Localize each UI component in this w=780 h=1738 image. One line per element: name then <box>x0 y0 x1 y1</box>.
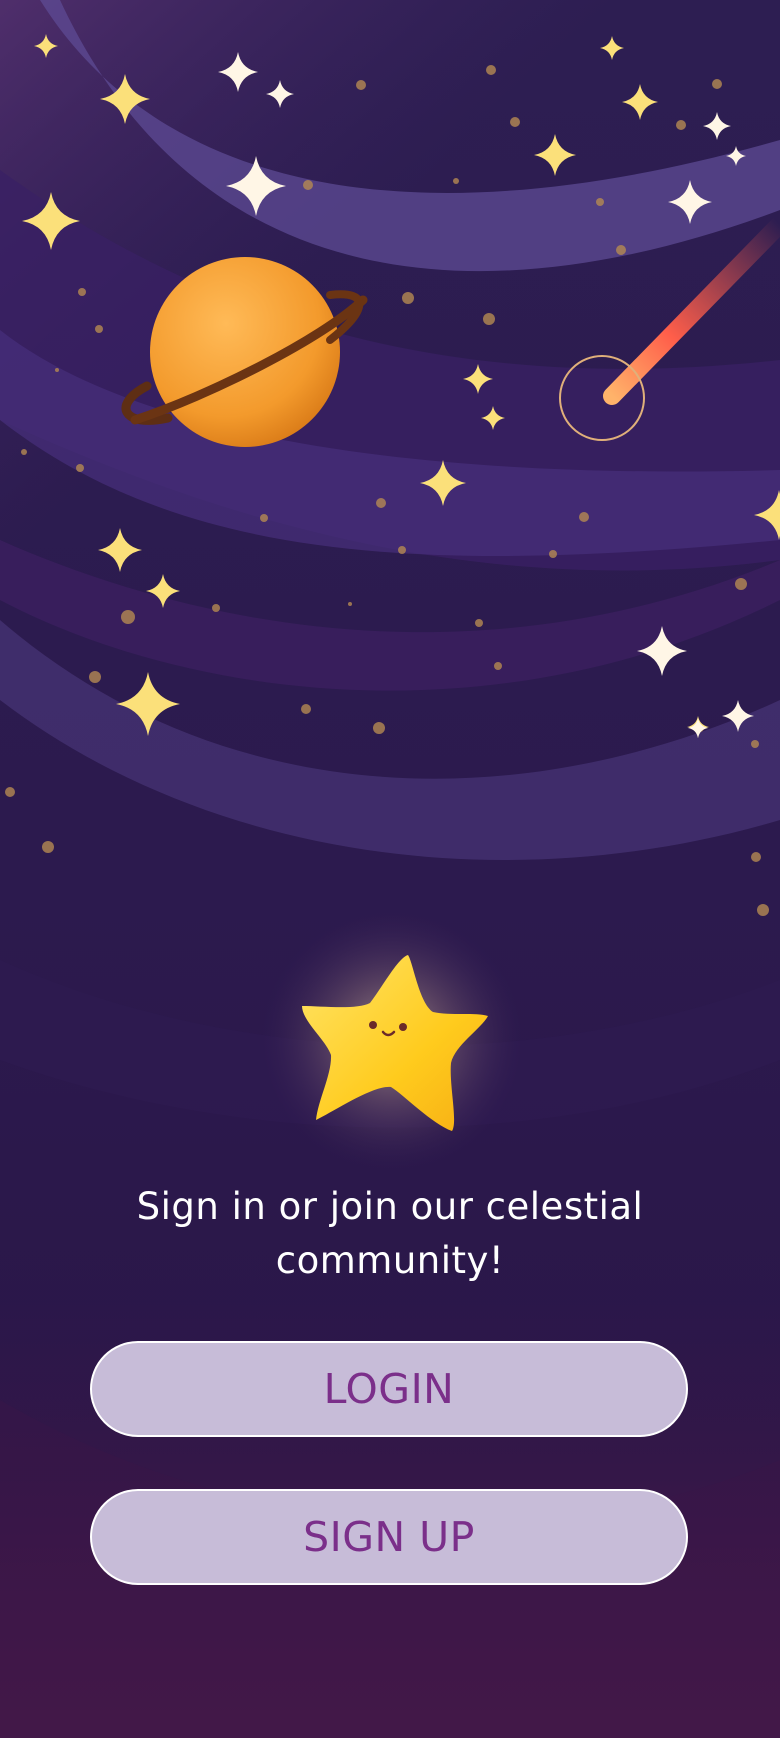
login-button[interactable]: LOGIN <box>90 1341 688 1437</box>
space-illustration <box>0 0 780 1738</box>
welcome-tagline: Sign in or join our celestial community! <box>136 1185 644 1282</box>
star-mascot-icon <box>262 910 522 1170</box>
sign-up-button[interactable]: SIGN UP <box>90 1489 688 1585</box>
